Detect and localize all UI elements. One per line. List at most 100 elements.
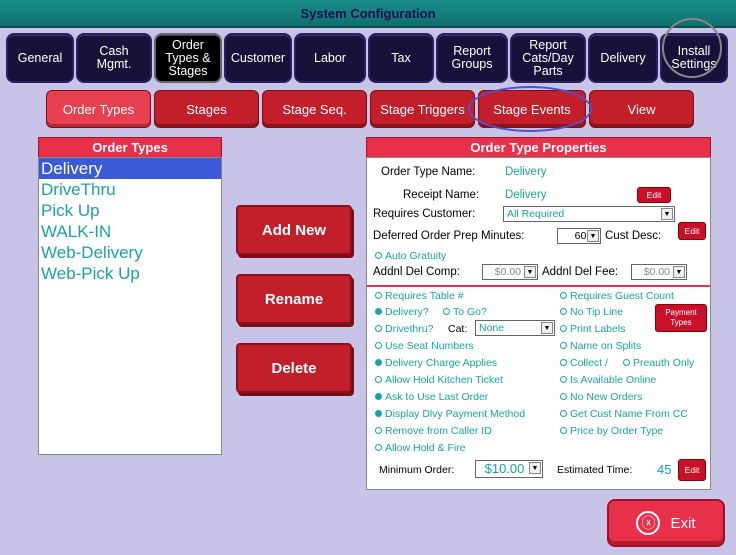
radio-icon (560, 409, 567, 417)
auto-gratuity-option[interactable]: Auto Gratuity (375, 250, 446, 262)
no-new-orders-option[interactable]: No New Orders (560, 391, 642, 403)
list-item[interactable]: DriveThru (39, 179, 221, 200)
main-tabs: General Cash Mgmt. Order Types & Stages … (6, 33, 730, 83)
radio-icon (443, 307, 450, 315)
minimum-order-label: Minimum Order: (379, 464, 455, 476)
subtab-stage-triggers[interactable]: Stage Triggers (370, 90, 475, 128)
allow-hold-fire-option[interactable]: Allow Hold & Fire (375, 442, 466, 454)
radio-icon (560, 375, 567, 383)
list-item[interactable]: Pick Up (39, 200, 221, 221)
order-type-name-label: Order Type Name: (381, 166, 476, 178)
cust-desc-edit-button[interactable]: Edit (678, 222, 706, 240)
requires-guest-count-option[interactable]: Requires Guest Count (560, 290, 674, 302)
radio-icon (375, 341, 382, 349)
subtab-order-types[interactable]: Order Types (46, 90, 151, 128)
radio-icon (375, 358, 382, 366)
order-type-name-value: Delivery (505, 166, 547, 178)
collect-option[interactable]: Collect / (560, 357, 608, 369)
chevron-down-icon: ▼ (661, 208, 673, 220)
deferred-prep-select[interactable]: 60 ▼ (557, 228, 601, 244)
radio-icon (375, 291, 382, 299)
delivery-option[interactable]: Delivery? (375, 306, 429, 318)
radio-icon (375, 392, 382, 400)
radio-icon (560, 324, 567, 332)
divider (367, 285, 710, 287)
estimated-time-value: 45 (657, 462, 672, 477)
tab-order-types-stages[interactable]: Order Types & Stages (154, 33, 222, 83)
subtab-stage-seq[interactable]: Stage Seq. (262, 90, 367, 128)
drivethru-option[interactable]: Drivethru? (375, 323, 433, 335)
cat-select[interactable]: None ▼ (475, 320, 555, 336)
requires-customer-label: Requires Customer: (373, 208, 476, 220)
addnl-del-fee-label: Addnl Del Fee: (542, 266, 619, 278)
radio-icon (560, 307, 567, 315)
estimated-time-edit-button[interactable]: Edit (678, 459, 706, 481)
deferred-prep-label: Deferred Order Prep Minutes: (373, 230, 525, 242)
name-on-splits-option[interactable]: Name on Splits (560, 340, 641, 352)
exit-button[interactable]: ⓧ Exit (607, 499, 725, 547)
tab-delivery[interactable]: Delivery (588, 33, 658, 83)
chevron-down-icon: ▼ (673, 266, 685, 278)
tab-report-cats[interactable]: Report Cats/Day Parts (510, 33, 586, 83)
addnl-del-comp-select[interactable]: $0.00 ▼ (482, 264, 538, 280)
tab-tax[interactable]: Tax (368, 33, 434, 83)
subtab-stages[interactable]: Stages (154, 90, 259, 128)
display-dlvy-option[interactable]: Display Dlvy Payment Method (375, 408, 525, 420)
tab-labor[interactable]: Labor (294, 33, 366, 83)
radio-icon (375, 251, 382, 259)
radio-icon (375, 375, 382, 383)
allow-hold-kitchen-option[interactable]: Allow Hold Kitchen Ticket (375, 374, 503, 386)
radio-icon (560, 426, 567, 434)
radio-icon (560, 392, 567, 400)
delete-button[interactable]: Delete (236, 343, 352, 393)
payment-types-button[interactable]: Payment Types (655, 304, 707, 332)
tab-customer[interactable]: Customer (224, 33, 292, 83)
addnl-del-fee-select[interactable]: $0.00 ▼ (631, 264, 687, 280)
tab-cash-mgmt[interactable]: Cash Mgmt. (76, 33, 152, 83)
close-icon: ⓧ (636, 511, 661, 535)
requires-table-option[interactable]: Requires Table # (375, 290, 464, 302)
sub-tabs: Order Types Stages Stage Seq. Stage Trig… (46, 90, 694, 128)
addnl-del-comp-label: Addnl Del Comp: (373, 266, 460, 278)
exit-label: Exit (670, 514, 696, 532)
remove-caller-option[interactable]: Remove from Caller ID (375, 425, 492, 437)
highlight-circle-install (662, 18, 722, 78)
tab-report-groups[interactable]: Report Groups (436, 33, 508, 83)
list-item[interactable]: Web-Delivery (39, 242, 221, 263)
to-go-option[interactable]: To Go? (443, 306, 487, 318)
window-title: System Configuration (0, 0, 736, 28)
add-new-button[interactable]: Add New (236, 205, 352, 255)
preauth-only-option[interactable]: Preauth Only (623, 357, 694, 369)
subtab-view[interactable]: View (589, 90, 694, 128)
chevron-down-icon: ▼ (541, 322, 553, 334)
order-type-properties-panel: Order Type Name: Delivery Receipt Name: … (366, 157, 711, 490)
radio-icon (375, 324, 382, 332)
receipt-name-label: Receipt Name: (403, 189, 480, 201)
chevron-down-icon: ▼ (524, 266, 536, 278)
list-item[interactable]: Delivery (39, 158, 221, 179)
rename-button[interactable]: Rename (236, 274, 352, 324)
get-cust-name-option[interactable]: Get Cust Name From CC (560, 408, 688, 420)
delivery-charge-option[interactable]: Delivery Charge Applies (375, 357, 497, 369)
ask-last-order-option[interactable]: Ask to Use Last Order (375, 391, 488, 403)
list-item[interactable]: Web-Pick Up (39, 263, 221, 284)
radio-icon (560, 341, 567, 349)
price-by-order-type-option[interactable]: Price by Order Type (560, 425, 663, 437)
receipt-name-edit-button[interactable]: Edit (637, 187, 671, 203)
requires-customer-select[interactable]: All Required ▼ (503, 206, 675, 222)
order-types-list: Delivery DriveThru Pick Up WALK-IN Web-D… (38, 157, 222, 455)
tab-general[interactable]: General (6, 33, 74, 83)
print-labels-option[interactable]: Print Labels (560, 323, 625, 335)
order-type-properties-header: Order Type Properties (366, 137, 711, 159)
is-available-online-option[interactable]: Is Available Online (560, 374, 656, 386)
radio-icon (560, 358, 567, 366)
radio-icon (560, 291, 567, 299)
cust-desc-label: Cust Desc: (605, 230, 662, 242)
highlight-circle-stage-events (468, 86, 592, 132)
minimum-order-select[interactable]: $10.00 ▼ (475, 460, 543, 478)
use-seat-numbers-option[interactable]: Use Seat Numbers (375, 340, 474, 352)
receipt-name-value: Delivery (505, 189, 547, 201)
radio-icon (375, 409, 382, 417)
list-item[interactable]: WALK-IN (39, 221, 221, 242)
no-tip-line-option[interactable]: No Tip Line (560, 306, 623, 318)
